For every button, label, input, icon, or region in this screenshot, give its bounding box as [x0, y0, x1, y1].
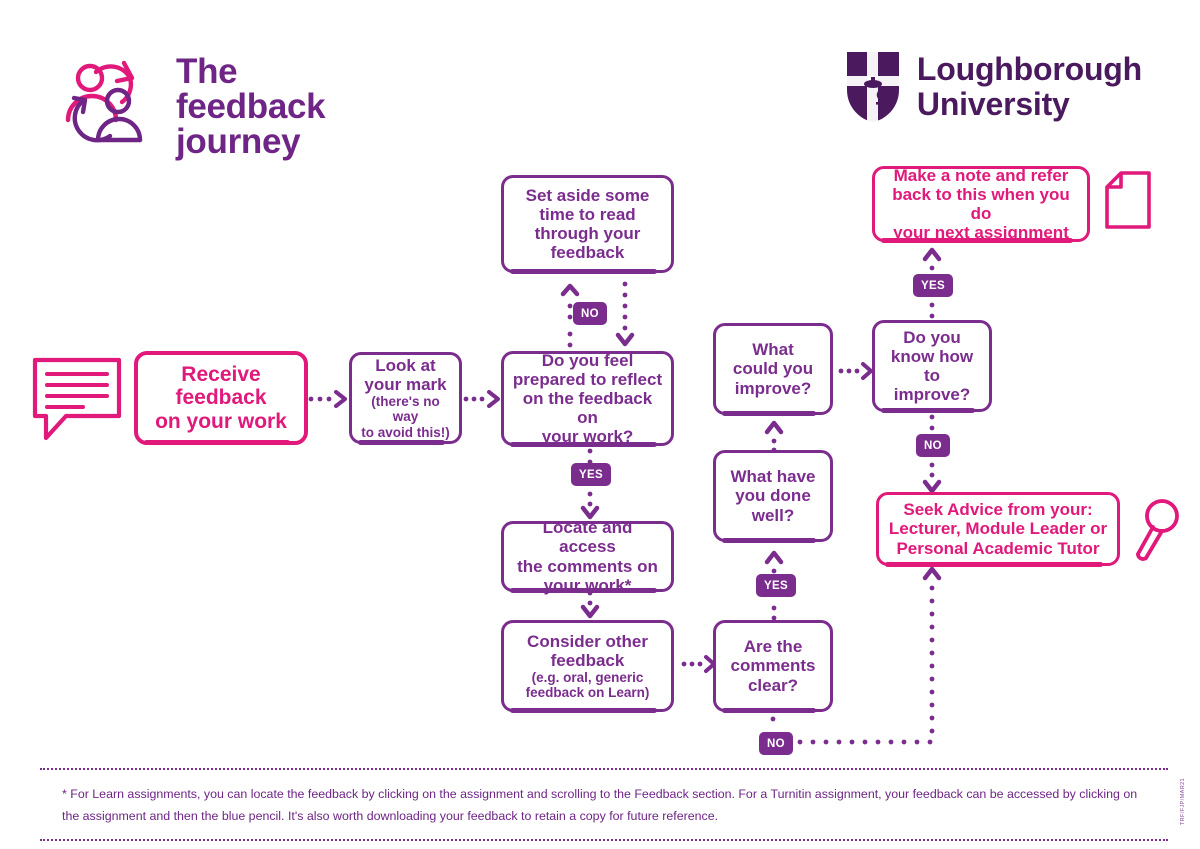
node-prepared-line-2: prepared to reflect	[512, 369, 663, 389]
node-setaside-line-4: feedback	[550, 243, 625, 263]
node-makenote-line-1: Make a note and refer	[893, 165, 1069, 185]
node-setaside-line-3: through your	[534, 224, 641, 243]
node-lookmark-sub-1: (there's no way	[371, 394, 440, 425]
node-makenote-line-3: your next assignment	[893, 223, 1069, 243]
node-commentsclear-line-3: clear?	[747, 675, 799, 695]
loughborough-shield-crest-icon	[845, 50, 901, 124]
brand-title-line-1: The	[176, 52, 238, 91]
node-improve-line-3: improve?	[734, 378, 812, 398]
connector-lookmark-to-prepared	[463, 388, 503, 410]
university-name-line-2: University	[916, 86, 1070, 122]
university-wordmark: Loughborough University	[917, 52, 1142, 121]
node-locate-line-2: the comments on	[517, 556, 658, 576]
node-setaside-line-2: time to read	[539, 204, 636, 224]
node-look-at-your-mark[interactable]: Look at your mark (there's no way to avo…	[349, 352, 462, 445]
node-locate-comments[interactable]: Locate and access the comments on your w…	[501, 518, 674, 595]
node-consider-line-1: Consider other	[527, 631, 648, 651]
badge-no-know-how: NO	[916, 434, 950, 457]
connector-consider-to-commentsclear	[681, 653, 717, 675]
node-locate-line-1: Locate and access	[542, 518, 633, 557]
node-improve-line-2: could you	[732, 359, 814, 379]
feedback-journey-people-cycle-icon	[58, 50, 162, 146]
speech-bubble-icon	[30, 352, 124, 444]
badge-yes-prepared: YES	[571, 463, 611, 486]
badge-yes-comments-clear: YES	[756, 574, 796, 597]
footnote: * For Learn assignments, you can locate …	[40, 768, 1168, 842]
node-what-have-you-done-well[interactable]: What have you done well?	[713, 450, 833, 543]
node-prepared-line-3: on the feedback on	[522, 388, 653, 428]
node-receive-line-3: on your work	[155, 409, 287, 433]
connector-no-vertical-riser	[921, 560, 943, 746]
connector-setaside-to-prepared	[613, 280, 637, 350]
university-name-line-1: Loughborough	[916, 51, 1142, 88]
node-locate-line-3: your work*	[543, 575, 632, 595]
badge-no-comments-clear: NO	[759, 732, 793, 755]
node-knowhow-line-2: know how to	[890, 346, 974, 385]
feedback-journey-wordmark: The feedback journey	[176, 50, 326, 161]
node-seek-advice[interactable]: Seek Advice from your: Lecturer, Module …	[876, 492, 1120, 567]
node-consider-sub-1: (e.g. oral, generic	[531, 669, 644, 685]
node-do-you-know-how-to-improve[interactable]: Do you know how to improve?	[872, 320, 992, 413]
side-reference-code: TRF/FJP/MAR21	[1180, 778, 1186, 826]
node-seekadvice-line-1: Seek Advice from your:	[903, 500, 1093, 520]
node-donewell-line-2: you done	[735, 486, 811, 506]
node-setaside-line-1: Set aside some	[525, 185, 650, 205]
node-receive-line-1: Receive	[181, 362, 261, 386]
node-prepared-line-1: Do you feel	[541, 350, 634, 370]
document-page-icon	[1104, 170, 1152, 230]
connector-receive-to-lookmark	[308, 388, 350, 410]
node-make-a-note[interactable]: Make a note and refer back to this when …	[872, 165, 1090, 243]
node-commentsclear-line-2: comments	[730, 656, 816, 676]
node-lookmark-sub-2: to avoid this!)	[361, 424, 450, 440]
node-lookmark-line-2: your mark	[364, 375, 447, 395]
node-consider-other-feedback[interactable]: Consider other feedback (e.g. oral, gene…	[501, 620, 674, 713]
node-do-you-feel-prepared[interactable]: Do you feel prepared to reflect on the f…	[501, 350, 674, 447]
node-set-aside-time[interactable]: Set aside some time to read through your…	[501, 175, 674, 274]
badge-yes-know-how: YES	[913, 274, 953, 297]
infographic-canvas: The feedback journey Loughborough Univer…	[0, 0, 1200, 849]
node-donewell-line-3: well?	[751, 505, 795, 525]
node-are-the-comments-clear[interactable]: Are the comments clear?	[713, 620, 833, 713]
connector-no-horizontal-run	[796, 735, 941, 749]
node-prepared-line-4: your work?	[541, 427, 634, 447]
node-commentsclear-line-1: Are the	[743, 637, 803, 657]
brand-title-line-2: feedback	[176, 87, 326, 126]
node-improve-line-1: What	[752, 340, 794, 360]
connector-improve-to-knowhow	[838, 360, 876, 382]
node-seekadvice-line-3: Personal Academic Tutor	[896, 538, 1100, 558]
connector-donewell-to-improve	[762, 418, 786, 453]
node-consider-sub-2: feedback on Learn)	[525, 685, 650, 701]
node-what-could-you-improve[interactable]: What could you improve?	[713, 323, 833, 416]
badge-no-prepared: NO	[573, 302, 607, 325]
node-lookmark-line-1: Look at	[375, 356, 436, 376]
node-knowhow-line-1: Do you	[903, 327, 961, 347]
feedback-journey-logo: The feedback journey	[58, 50, 326, 161]
node-receive-feedback[interactable]: Receive feedback on your work	[134, 351, 308, 445]
magnifying-glass-icon	[1131, 496, 1181, 562]
node-knowhow-line-3: improve?	[893, 385, 971, 405]
node-makenote-line-2: back to this when you do	[892, 184, 1070, 223]
node-consider-line-2: feedback	[550, 650, 625, 670]
node-seekadvice-line-2: Lecturer, Module Leader or	[888, 519, 1108, 539]
university-logo: Loughborough University	[845, 50, 1142, 124]
node-receive-line-2: feedback	[175, 386, 267, 410]
node-donewell-line-1: What have	[730, 467, 816, 487]
brand-title-line-3: journey	[176, 122, 301, 161]
